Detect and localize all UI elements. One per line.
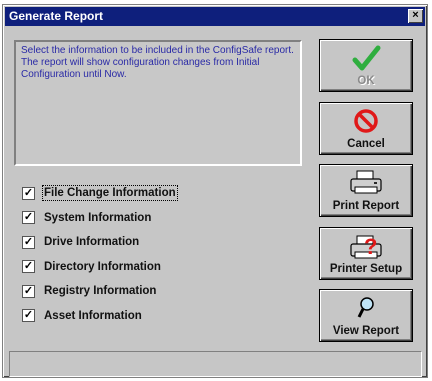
close-button[interactable]: ×	[408, 9, 423, 23]
svg-text:?: ?	[364, 234, 377, 259]
checkbox-mark[interactable]: ✓	[22, 309, 35, 323]
system-information-checkbox[interactable]: ✓ System Information	[22, 206, 202, 231]
title-bar: Generate Report ×	[5, 7, 425, 26]
checkmark-icon	[320, 44, 412, 74]
directory-information-checkbox[interactable]: ✓ Directory Information	[22, 255, 202, 280]
info-text-box: Select the information to be included in…	[14, 40, 302, 166]
ok-button-label: OK	[357, 75, 375, 87]
window-title: Generate Report	[9, 9, 104, 23]
cancel-button[interactable]: Cancel	[319, 102, 413, 155]
cancel-button-label: Cancel	[347, 138, 385, 150]
checkbox-list: ✓ File Change Information ✓ System Infor…	[22, 181, 202, 328]
printer-icon	[320, 169, 412, 199]
checkbox-label: Drive Information	[44, 236, 140, 249]
checkbox-mark[interactable]: ✓	[22, 260, 35, 274]
view-report-button-label: View Report	[332, 325, 400, 337]
checkbox-label: Directory Information	[44, 260, 161, 273]
status-bar	[9, 351, 422, 377]
magnifier-icon	[320, 294, 412, 324]
drive-information-checkbox[interactable]: ✓ Drive Information	[22, 230, 202, 255]
checkbox-label: File Change Information	[42, 185, 178, 202]
checkbox-label: Registry Information	[44, 285, 157, 298]
printer-question-icon: ?	[320, 232, 412, 262]
ok-button[interactable]: OK	[319, 39, 413, 92]
printer-setup-button-label: Printer Setup	[329, 263, 403, 275]
view-report-button[interactable]: View Report	[319, 289, 413, 342]
checkbox-mark[interactable]: ✓	[22, 211, 35, 225]
printer-setup-button[interactable]: ? Printer Setup	[319, 227, 413, 280]
checkbox-mark[interactable]: ✓	[22, 235, 35, 249]
file-change-information-checkbox[interactable]: ✓ File Change Information	[22, 181, 202, 206]
checkbox-label: System Information	[44, 211, 152, 224]
print-report-button[interactable]: Print Report	[319, 164, 413, 217]
print-report-button-label: Print Report	[332, 200, 400, 212]
checkbox-label: Asset Information	[44, 309, 142, 322]
generate-report-dialog: Generate Report × Select the information…	[2, 4, 428, 378]
checkbox-mark[interactable]: ✓	[22, 284, 35, 298]
checkbox-mark[interactable]: ✓	[22, 186, 35, 200]
registry-information-checkbox[interactable]: ✓ Registry Information	[22, 279, 202, 304]
no-symbol-icon	[320, 107, 412, 137]
asset-information-checkbox[interactable]: ✓ Asset Information	[22, 304, 202, 329]
